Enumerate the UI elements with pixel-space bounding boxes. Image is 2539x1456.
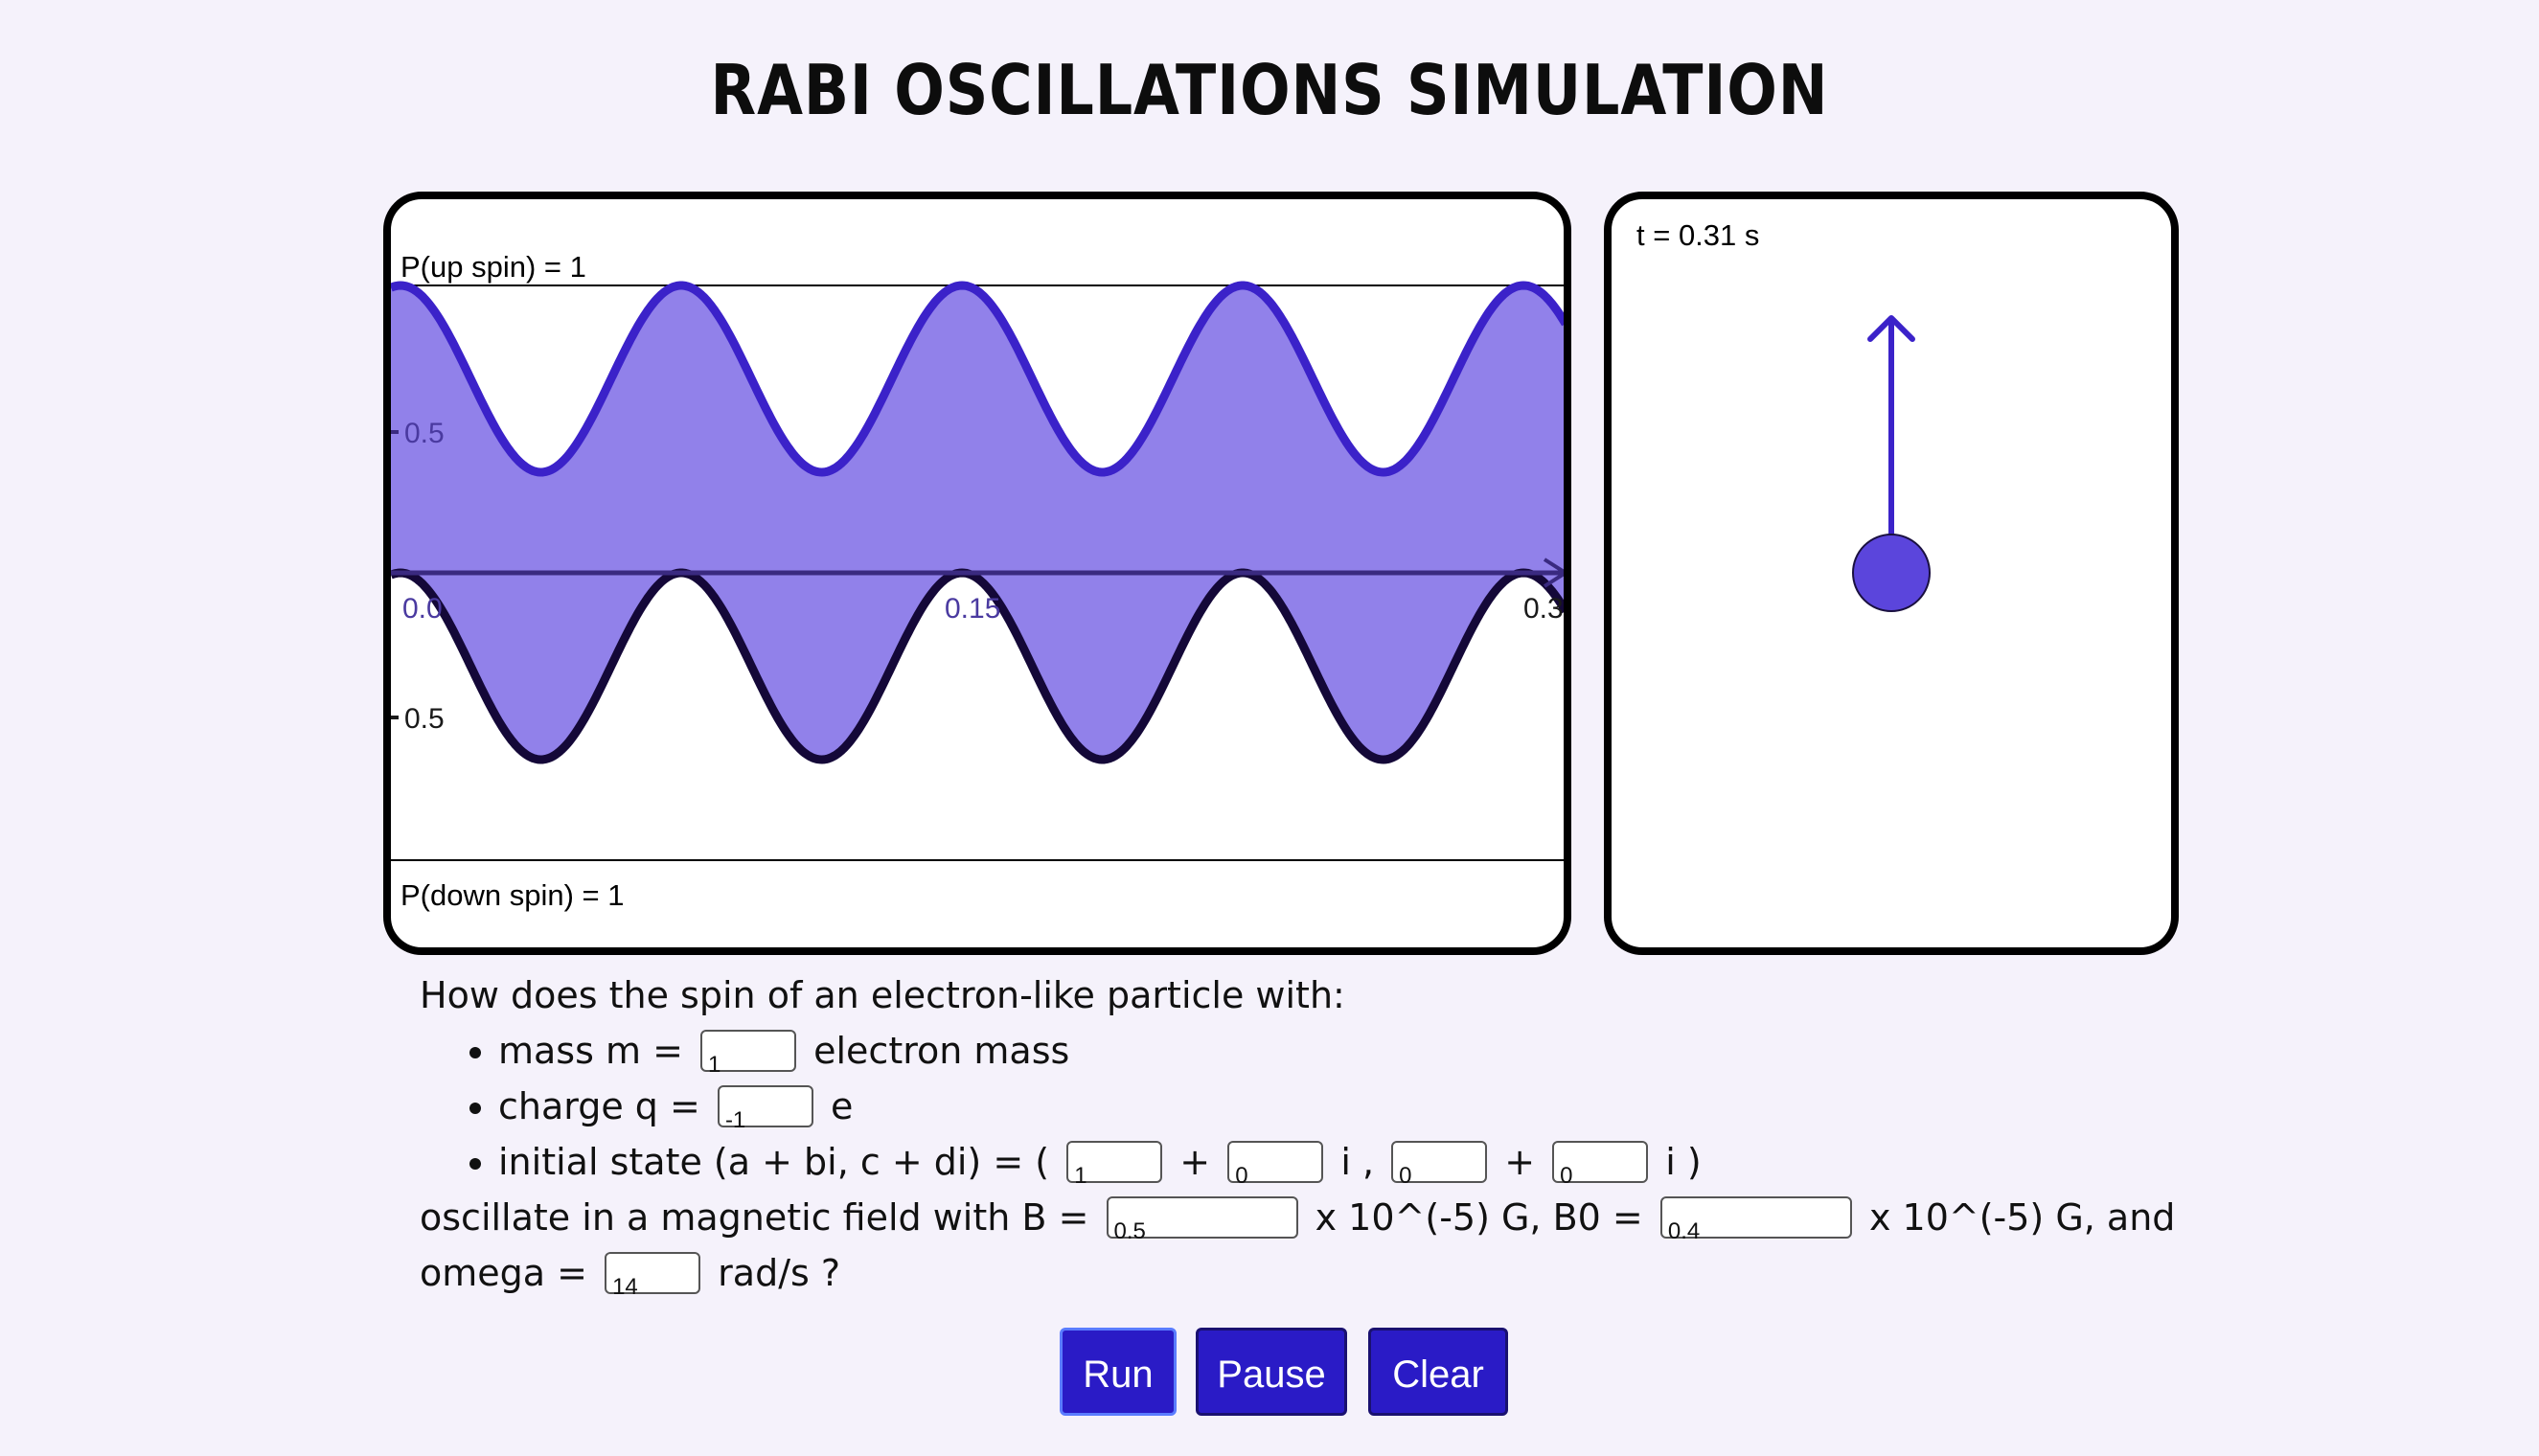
spin-particle (1852, 534, 1931, 612)
b-field-input[interactable]: 0.5 (1106, 1195, 1298, 1244)
charge-label: charge q = (498, 1085, 700, 1127)
b0-field-unit: x 10^(-5) G, and (1868, 1196, 2176, 1239)
plus-sign: + (1504, 1141, 1536, 1183)
state-c-input[interactable]: 0 (1391, 1140, 1488, 1189)
omega-input[interactable]: 14 (605, 1251, 701, 1300)
charge-unit: e (831, 1085, 854, 1127)
x-tick-label: 0.0 (402, 593, 443, 625)
field-label: oscillate in a magnetic field with B = (420, 1196, 1089, 1239)
spin-state-panel: t = 0.31 s (1604, 192, 2179, 955)
upper-probability-fill (391, 285, 1564, 573)
x-tick-label: 0.15 (945, 593, 1000, 625)
charge-item: charge q = -1 e (498, 1079, 2240, 1134)
state-d-input[interactable]: 0 (1552, 1140, 1649, 1189)
plus-sign: + (1179, 1141, 1211, 1183)
charge-input[interactable]: -1 (717, 1084, 813, 1133)
field-row: oscillate in a magnetic field with B = 0… (420, 1190, 2240, 1245)
omega-label: omega = (420, 1252, 587, 1294)
imaginary-separator: i , (1340, 1141, 1375, 1183)
parameter-form: How does the spin of an electron-like pa… (420, 967, 2240, 1301)
omega-unit: rad/s ? (718, 1252, 841, 1294)
state-b-input[interactable]: 0 (1227, 1140, 1324, 1189)
initial-state-label: initial state (a + bi, c + di) = ( (498, 1141, 1050, 1183)
mass-input[interactable]: 1 (700, 1029, 797, 1078)
mass-unit: electron mass (813, 1030, 1070, 1072)
mass-label: mass m = (498, 1030, 683, 1072)
x-tick-label: 0.3 (1523, 593, 1564, 625)
up-spin-label: P(up spin) = 1 (400, 250, 586, 284)
initial-state-item: initial state (a + bi, c + di) = ( 1 + 0… (498, 1134, 2240, 1190)
probability-graph-panel: 0.5 0.5 0.0 0.15 0.3 P(up spin) = 1 P(do… (383, 192, 1571, 955)
page-title: RABI OSCILLATIONS SIMULATION (710, 50, 1829, 130)
question-intro: How does the spin of an electron-like pa… (420, 974, 1345, 1016)
time-readout: t = 0.31 s (1636, 218, 1759, 252)
parameter-list: mass m = 1 electron mass charge q = -1 e… (420, 1023, 2240, 1190)
b-field-unit: x 10^(-5) G, B0 = (1315, 1196, 1643, 1239)
down-spin-label: P(down spin) = 1 (400, 878, 624, 912)
pause-button[interactable]: Pause (1196, 1328, 1347, 1416)
spin-diagram: t = 0.31 s (1636, 218, 1931, 612)
y-tick-upper-label: 0.5 (404, 418, 445, 449)
probability-chart: 0.5 0.5 0.0 0.15 0.3 P(up spin) = 1 P(do… (391, 250, 1564, 912)
y-tick-lower-label: 0.5 (404, 703, 445, 735)
state-a-input[interactable]: 1 (1066, 1140, 1163, 1189)
mass-item: mass m = 1 electron mass (498, 1023, 2240, 1079)
imaginary-close: i ) (1665, 1141, 1702, 1183)
b0-field-input[interactable]: 0.4 (1659, 1195, 1852, 1244)
run-button[interactable]: Run (1060, 1328, 1177, 1416)
clear-button[interactable]: Clear (1368, 1328, 1508, 1416)
omega-row: omega = 14 rad/s ? (420, 1245, 2240, 1301)
